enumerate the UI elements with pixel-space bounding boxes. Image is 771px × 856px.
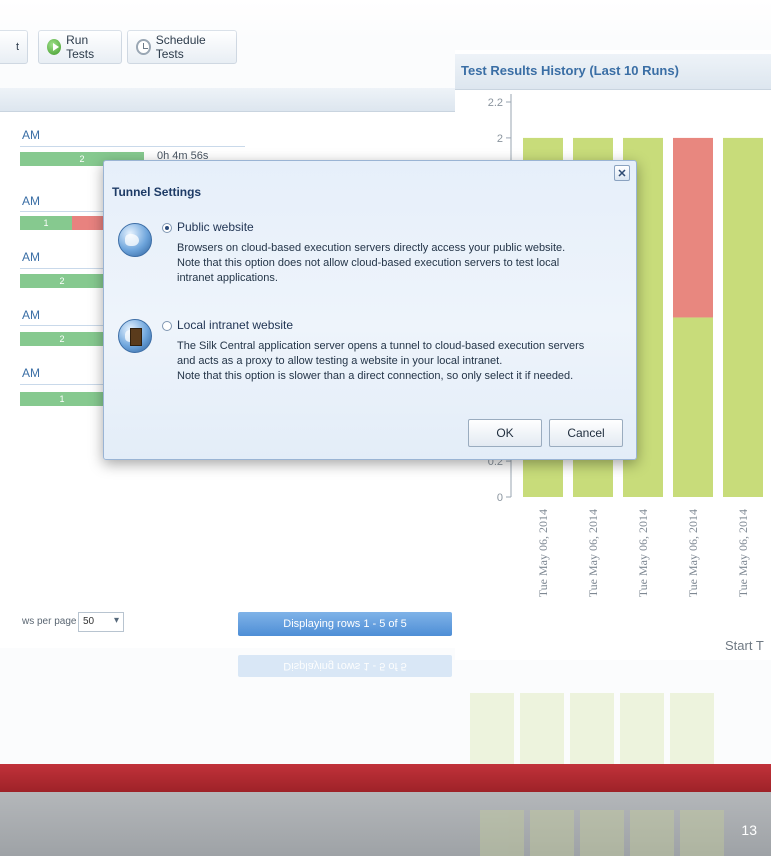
pass-bar [723,137,763,497]
reflected-bar [580,810,624,856]
pass-bar [673,317,713,497]
reflected-bar [680,810,724,856]
run-result-bar[interactable]: 2 [20,332,104,346]
reflected-bar [530,810,574,856]
tunnel-settings-dialog: ✕ Tunnel Settings Public website Browser… [103,160,637,460]
pager: ws per page 50 Displaying rows 1 - 5 of … [0,610,456,640]
pass-segment: 1 [20,392,104,406]
run-result-bar[interactable]: 2 [20,274,104,288]
reflected-bar [670,693,714,765]
run-time: AM [22,194,40,208]
run-list-header [0,88,456,112]
public-website-radio[interactable] [162,223,172,233]
run-result-bar[interactable]: 1 [20,392,104,406]
reflected-bars [470,693,770,765]
reflected-bar [570,693,614,765]
x-tick-label: Tue May 06, 2014 [736,509,750,597]
y-tick-label: 0 [497,492,503,504]
reflected-bars [480,792,770,856]
fail-bar [673,137,713,318]
pager-info: Displaying rows 1 - 5 of 5 [238,612,452,636]
screenshot-stage: t Run Tests Schedule Tests AM 2 AM 1 AM … [0,0,771,856]
reflected-bar [470,693,514,765]
clock-icon [136,39,151,55]
public-website-label: Public website [177,220,254,234]
slide-number: 13 [741,822,757,838]
close-button[interactable]: ✕ [614,165,630,181]
x-tick-label: Tue May 06, 2014 [636,509,650,597]
footer-red-band [0,764,771,792]
rows-per-page-select[interactable]: 50 [78,612,124,632]
run-divider [20,146,245,147]
description-line: Note that this option does not allow clo… [177,257,560,269]
description-line: Note that this option is slower than a d… [177,370,574,382]
description-line: Browsers on cloud-based execution server… [177,242,566,254]
run-result-bar[interactable]: 1 [20,216,104,230]
fail-segment [72,216,104,230]
run-time: AM [22,366,40,380]
description-line: and acts as a proxy to allow testing a w… [177,355,503,367]
y-tick-label: 2.2 [488,97,503,109]
close-icon: ✕ [617,167,627,180]
run-time: AM [22,128,40,142]
reflected-bar [630,810,674,856]
pass-segment: 2 [20,274,104,288]
play-icon [47,39,62,55]
description-line: The Silk Central application server open… [177,340,585,352]
public-website-description: Browsers on cloud-based execution server… [177,241,617,286]
description-line: intranet applications. [177,272,278,284]
local-intranet-label: Local intranet website [177,318,294,332]
pass-segment: 1 [20,216,72,230]
footer-gray-band [0,792,771,856]
rows-per-page-label: ws per page [22,616,77,627]
run-time: AM [22,308,40,322]
reflected-bar [520,693,564,765]
reflected-bar [620,693,664,765]
pass-segment: 2 [20,332,104,346]
ui-reflection: Displaying rows 1 - 5 of 5 [0,645,771,765]
x-tick-label: Tue May 06, 2014 [686,509,700,597]
ok-button[interactable]: OK [468,419,542,447]
x-tick-label: Tue May 06, 2014 [586,509,600,597]
y-tick-label: 2 [497,133,503,145]
reflected-pager-info: Displaying rows 1 - 5 of 5 [238,655,452,677]
cancel-button[interactable]: Cancel [549,419,623,447]
rows-per-page-value: 50 [83,616,95,627]
run-time: AM [22,250,40,264]
local-intranet-description: The Silk Central application server open… [177,339,617,384]
local-intranet-radio[interactable] [162,321,172,331]
partial-toolbar-label: t [15,41,19,53]
dialog-title: Tunnel Settings [112,185,202,199]
x-tick-label: Tue May 06, 2014 [536,509,550,597]
top-fade [0,0,771,40]
globe-icon [118,223,152,257]
reflected-bar [480,810,524,856]
intranet-globe-icon [118,319,152,353]
